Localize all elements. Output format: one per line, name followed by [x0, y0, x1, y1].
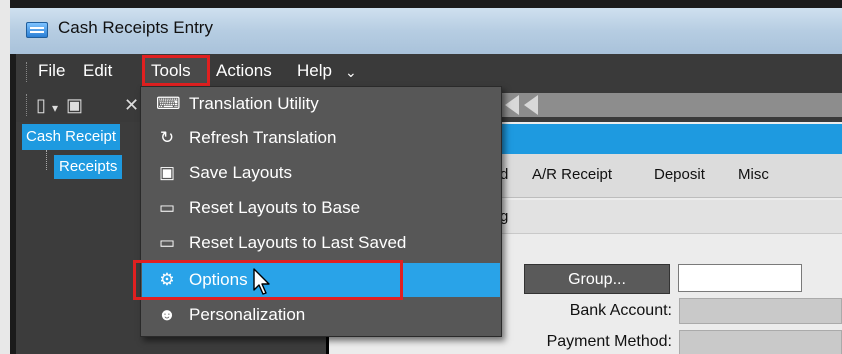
save-icon[interactable]: ▣ — [66, 95, 83, 115]
menu-item-label: Reset Layouts to Last Saved — [189, 233, 407, 252]
tab-deposit[interactable]: Deposit — [654, 166, 705, 183]
window-title: Cash Receipts Entry — [58, 18, 213, 37]
tree-connector — [46, 150, 47, 170]
menu-bar — [16, 54, 842, 88]
tree-item-receipts[interactable]: Receipts — [54, 155, 123, 179]
menu-tools[interactable]: Tools — [151, 58, 191, 84]
mouse-cursor-icon — [253, 268, 270, 295]
group-button[interactable]: Group... — [524, 264, 670, 294]
keyboard-icon: ⌨ — [156, 94, 181, 113]
tab-misc[interactable]: Misc — [738, 166, 769, 183]
menu-item-label: Personalization — [189, 305, 306, 324]
app-icon — [26, 22, 48, 38]
menu-help[interactable]: Help — [297, 58, 332, 84]
menubar-grip — [26, 62, 28, 82]
menu-file[interactable]: File — [38, 58, 65, 84]
menu-actions[interactable]: Actions — [216, 58, 272, 84]
window-icon: ▭ — [158, 198, 176, 217]
menu-item-label: Save Layouts — [189, 163, 293, 182]
payment-method-field[interactable] — [679, 330, 842, 354]
refresh-icon: ↻ — [159, 128, 175, 147]
person-icon: ☻ — [158, 305, 176, 324]
bank-account-field[interactable] — [679, 298, 842, 324]
delete-icon[interactable]: ✕ — [124, 95, 139, 115]
toolbar-grip — [26, 94, 28, 116]
menu-overflow-icon[interactable]: ⌄ — [345, 64, 357, 81]
save-icon: ▣ — [158, 163, 176, 182]
record-nav-strip — [496, 93, 842, 117]
menu-item-label: Refresh Translation — [189, 128, 337, 147]
menu-edit[interactable]: Edit — [83, 58, 112, 84]
tree-item-cash-receipt[interactable]: Cash Receipt — [22, 124, 121, 150]
payment-method-label: Payment Method: — [546, 333, 672, 350]
tab-ar-receipt[interactable]: A/R Receipt — [532, 166, 612, 183]
new-icon[interactable]: ▯ — [36, 95, 46, 115]
group-input[interactable] — [678, 264, 802, 292]
menu-item-label: Translation Utility — [189, 94, 319, 113]
new-dropdown-icon[interactable]: ▾ — [52, 98, 58, 118]
window-icon: ▭ — [158, 233, 176, 252]
bank-account-label: Bank Account: — [569, 302, 672, 319]
menu-item-label: Reset Layouts to Base — [189, 198, 361, 217]
